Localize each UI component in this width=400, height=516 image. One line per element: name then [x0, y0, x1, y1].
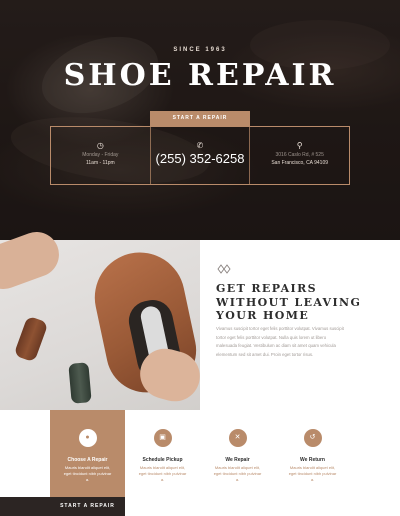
address-column: ⚲ 3016 Caslo Rd, # 525 San Francisco, CA…	[249, 127, 349, 184]
address-street: 3016 Caslo Rd, # 525	[275, 152, 324, 158]
step-we-return[interactable]: ↺ We Return Mauris blandit aliquet elit,…	[275, 410, 350, 516]
step-title: Schedule Pickup	[142, 457, 183, 463]
hours-column: ◷ Monday - Friday 11am - 11pm	[51, 127, 150, 184]
step-we-repair[interactable]: ✕ We Repair Mauris blandit aliquet elit,…	[200, 410, 275, 516]
step-description: Mauris blandit aliquet elit, eget tincid…	[288, 465, 337, 482]
step-title: We Repair	[225, 457, 250, 463]
address-city: San Francisco, CA 94109	[271, 160, 329, 166]
hours-days: Monday - Friday	[82, 152, 119, 158]
step-description: Mauris blandit aliquet elit, eget tincid…	[63, 465, 112, 482]
step-description: Mauris blandit aliquet elit, eget tincid…	[213, 465, 262, 482]
clock-icon: ◷	[96, 141, 104, 150]
step-title: Choose A Repair	[67, 457, 108, 463]
hero-section: SINCE 1963 SHOE REPAIR START A REPAIR ◷ …	[0, 0, 400, 240]
phone-column: ✆ (255) 352-6258	[149, 127, 250, 184]
contact-info-box: ◷ Monday - Friday 11am - 11pm ✆ (255) 35…	[50, 126, 350, 185]
box-icon: ▣	[153, 429, 172, 447]
feature-body: Vivamus suscipit tortor eget felis portt…	[216, 326, 344, 357]
step-schedule-pickup[interactable]: ▣ Schedule Pickup Mauris blandit aliquet…	[125, 410, 200, 516]
location-pin-icon: ⚲	[296, 141, 303, 150]
hours-times: 11am - 11pm	[85, 160, 115, 166]
feature-heading: GET REPAIRS WITHOUT LEAVING YOUR HOME	[216, 282, 362, 322]
circle-icon: ●	[78, 429, 97, 447]
diamond-icon	[217, 264, 231, 274]
step-title: We Return	[300, 457, 325, 463]
start-repair-button[interactable]: START A REPAIR	[150, 111, 250, 126]
page-title: SHOE REPAIR	[63, 58, 337, 93]
since-label: SINCE 1963	[173, 47, 227, 53]
thread-spool	[68, 362, 92, 404]
tools-icon: ✕	[228, 429, 247, 447]
bottom-start-repair-button[interactable]: START A REPAIR	[50, 497, 125, 516]
return-icon: ↺	[303, 429, 322, 447]
phone-icon: ✆	[196, 141, 204, 150]
step-description: Mauris blandit aliquet elit, eget tincid…	[138, 465, 187, 482]
phone-number-link[interactable]: (255) 352-6258	[151, 151, 250, 166]
